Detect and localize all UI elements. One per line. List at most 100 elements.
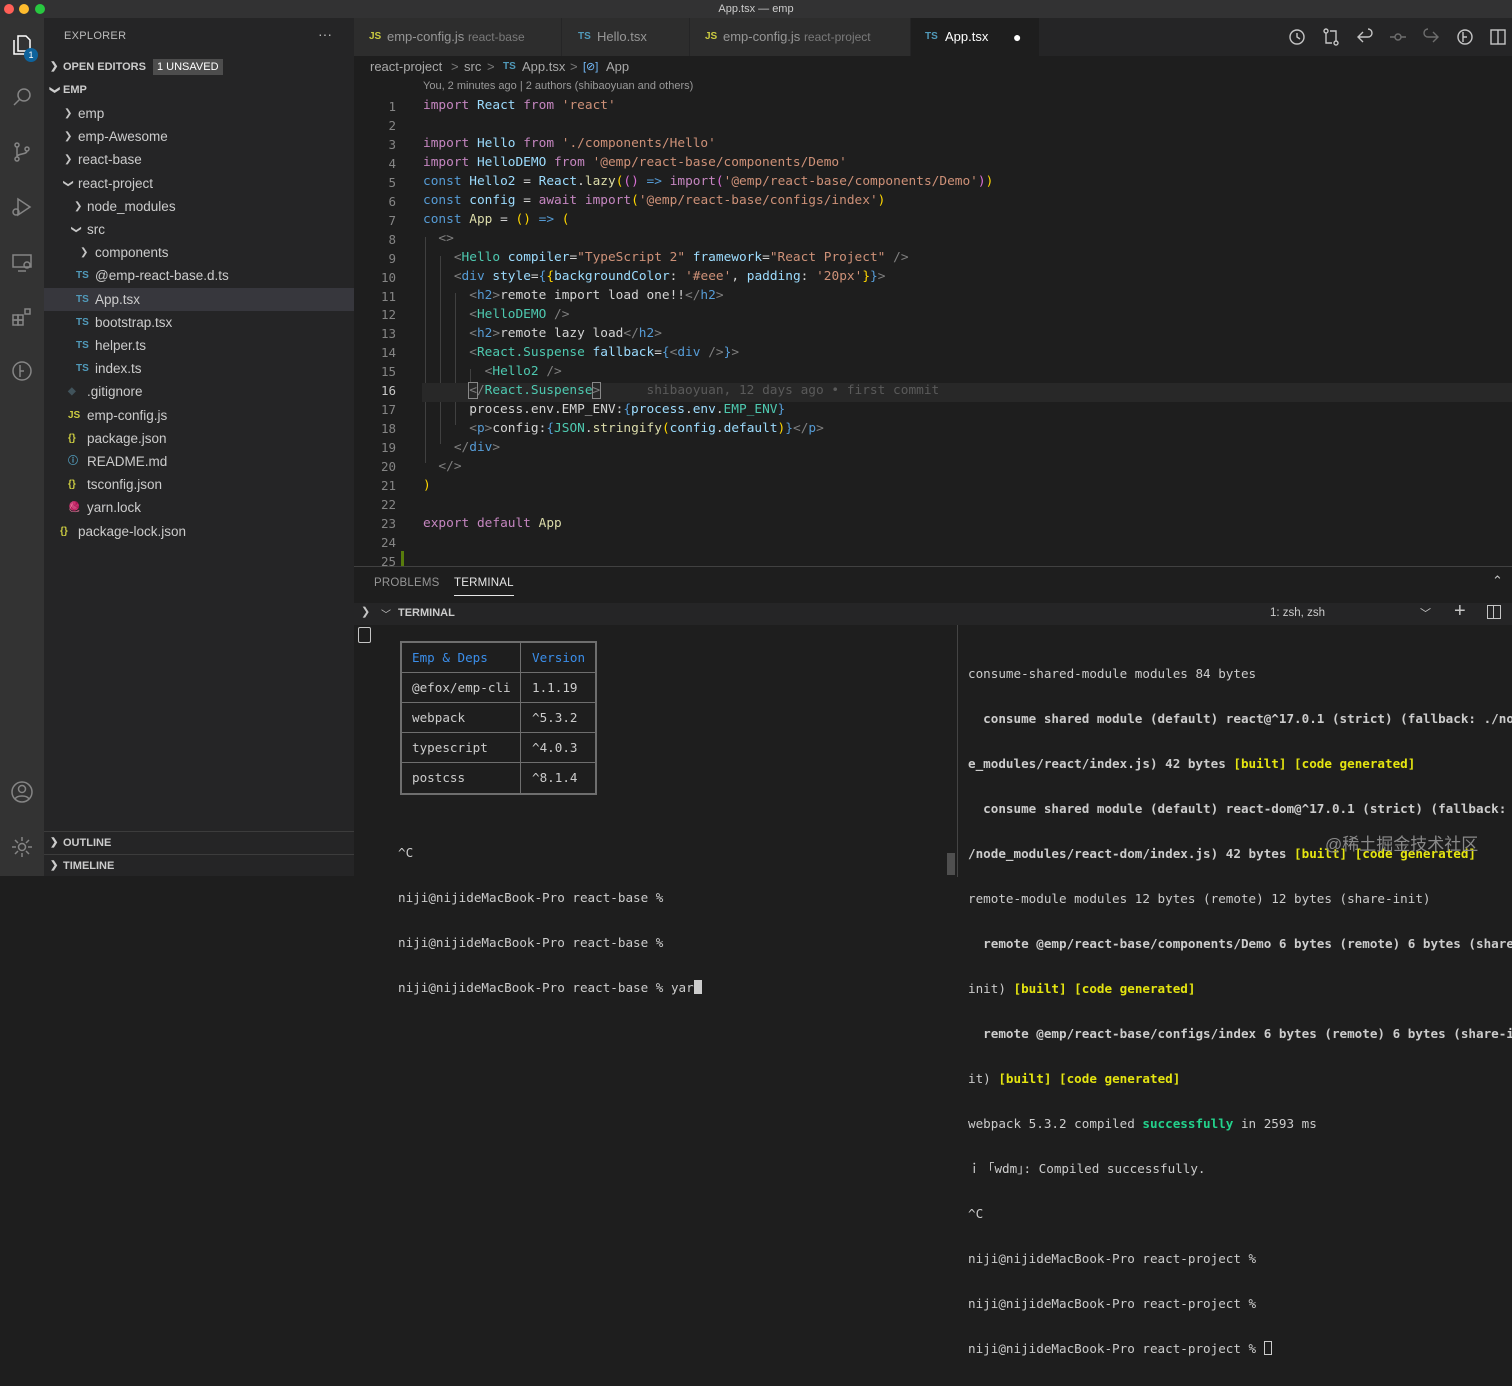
tree-item[interactable]: ❯ node_modules bbox=[44, 195, 354, 218]
json-file-icon: {} bbox=[60, 525, 68, 537]
emp-folder-section[interactable]: ❯ EMP bbox=[44, 79, 354, 101]
source-control-icon bbox=[14, 142, 30, 162]
run-debug-activity[interactable] bbox=[5, 190, 39, 224]
gitlens-inspect-icon[interactable] bbox=[1455, 27, 1475, 47]
tree-item[interactable]: TS @emp-react-base.d.ts bbox=[44, 264, 354, 287]
tab-description: react-base bbox=[467, 30, 525, 44]
minimize-window-button[interactable] bbox=[19, 4, 29, 14]
source-control-activity[interactable] bbox=[5, 135, 39, 169]
line-number: 19 bbox=[380, 440, 396, 456]
tab-problems[interactable]: PROBLEMS bbox=[374, 577, 440, 589]
codelens-blame[interactable]: You, 2 minutes ago | 2 authors (shibaoyu… bbox=[423, 80, 693, 92]
tab-emp-config-react-base[interactable]: JS emp-config.js react-base bbox=[354, 18, 561, 56]
account-icon bbox=[11, 781, 33, 803]
close-window-button[interactable] bbox=[4, 4, 14, 14]
tree-item[interactable]: 🧶 yarn.lock bbox=[44, 496, 354, 519]
tree-item[interactable]: TS index.ts bbox=[44, 357, 354, 380]
accounts-activity[interactable] bbox=[5, 775, 39, 809]
info-file-icon: ⓘ bbox=[68, 456, 78, 467]
search-activity[interactable] bbox=[5, 80, 39, 114]
tree-item[interactable]: {} tsconfig.json bbox=[44, 473, 354, 496]
split-terminal-icon[interactable] bbox=[1487, 605, 1501, 619]
terminal-left-lines[interactable]: ^C niji@nijideMacBook-Pro react-base % n… bbox=[398, 815, 702, 1025]
code-line-18: <p>config:{JSON.stringify(config.default… bbox=[469, 421, 824, 436]
tree-item[interactable]: ⓘ README.md bbox=[44, 450, 354, 473]
next-change-icon[interactable] bbox=[1421, 27, 1441, 47]
title-bar: App.tsx — emp bbox=[0, 0, 1512, 18]
line-number: 9 bbox=[388, 250, 396, 266]
code-line-13: <h2>remote lazy load</h2> bbox=[469, 326, 662, 341]
tree-item[interactable]: TS App.tsx bbox=[44, 287, 354, 311]
code-line-16: </React.Suspense> shibaoyuan, 12 days ag… bbox=[468, 382, 940, 399]
tree-item-label: emp bbox=[78, 106, 105, 121]
tree-item[interactable]: JS emp-config.js bbox=[44, 404, 354, 427]
tree-item[interactable]: ❯ react-base bbox=[44, 148, 354, 171]
run-debug-icon bbox=[12, 197, 32, 217]
commit-icon[interactable] bbox=[1388, 27, 1408, 47]
zoom-window-button[interactable] bbox=[35, 4, 45, 14]
gitlens-icon bbox=[12, 361, 32, 381]
chevron-right-icon: ❯ bbox=[80, 247, 89, 259]
editor-tabs: JS emp-config.js react-base TS Hello.tsx… bbox=[354, 18, 1512, 56]
line-number: 7 bbox=[388, 212, 396, 228]
gitlens-activity[interactable] bbox=[5, 354, 39, 388]
extensions-activity[interactable] bbox=[5, 300, 39, 334]
tree-item[interactable]: ◆ .gitignore bbox=[44, 380, 354, 403]
tree-item[interactable]: ❯ react-project bbox=[44, 172, 354, 195]
chevron-down-icon[interactable]: ﹀ bbox=[1420, 605, 1431, 621]
code-editor[interactable]: 1 2 3 4 5 6 7 8 9 10 11 12 13 14 15 16 17 18 19 20 21 22 23 24 2… bbox=[354, 96, 1512, 566]
breadcrumb-app-symbol[interactable]: App bbox=[606, 56, 629, 78]
terminal-selector[interactable]: 1: zsh, zsh bbox=[1270, 607, 1325, 619]
search-icon bbox=[13, 88, 31, 106]
open-editors-section[interactable]: ❯ OPEN EDITORS 1 UNSAVED bbox=[44, 56, 354, 78]
tree-item[interactable]: {} package-lock.json bbox=[44, 520, 354, 543]
chevron-down-icon[interactable]: ﹀ bbox=[381, 606, 391, 621]
chevron-right-icon: ❯ bbox=[50, 61, 59, 72]
tab-emp-config-react-project[interactable]: JS emp-config.js react-project bbox=[690, 18, 910, 56]
tab-hello[interactable]: TS Hello.tsx bbox=[562, 18, 689, 56]
code-line-8: <> bbox=[438, 231, 454, 246]
timeline-section[interactable]: ❯ TIMELINE bbox=[44, 854, 354, 876]
tree-item[interactable]: TS helper.ts bbox=[44, 334, 354, 357]
remote-explorer-activity[interactable] bbox=[5, 245, 39, 279]
history-icon[interactable] bbox=[1287, 27, 1307, 47]
window-title: App.tsx — emp bbox=[718, 3, 794, 15]
compare-changes-icon[interactable] bbox=[1321, 27, 1341, 47]
js-file-icon: JS bbox=[369, 31, 382, 42]
terminal-list-icon[interactable] bbox=[358, 627, 371, 643]
code-line-6: const config = await import('@emp/react-… bbox=[423, 193, 886, 208]
breadcrumb-react-project[interactable]: react-project bbox=[370, 56, 442, 78]
terminal-split-divider[interactable] bbox=[957, 625, 958, 877]
tree-item-label: index.ts bbox=[95, 361, 142, 377]
line-number: 8 bbox=[388, 231, 396, 247]
unsaved-badge: 1 UNSAVED bbox=[153, 59, 223, 75]
tab-app-tsx[interactable]: TS App.tsx ● bbox=[911, 18, 1039, 56]
tree-item[interactable]: TS bootstrap.tsx bbox=[44, 311, 354, 334]
split-editor-icon[interactable] bbox=[1488, 27, 1508, 47]
table-row: typescript ^4.0.3 bbox=[402, 733, 595, 763]
previous-change-icon[interactable] bbox=[1355, 27, 1375, 47]
outline-section[interactable]: ❯ OUTLINE bbox=[44, 831, 354, 853]
tree-item[interactable]: {} package.json bbox=[44, 427, 354, 450]
tree-item[interactable]: ❯ emp-Awesome bbox=[44, 125, 354, 148]
tab-terminal[interactable]: TERMINAL bbox=[454, 577, 514, 596]
tab-label: emp-config.js bbox=[387, 29, 465, 44]
breadcrumb-app-tsx[interactable]: App.tsx bbox=[522, 56, 565, 78]
git-added-gutter-marker bbox=[401, 551, 404, 566]
tree-item[interactable]: ❯ emp bbox=[44, 102, 354, 125]
maximize-panel-icon[interactable]: ⌃ bbox=[1492, 573, 1503, 589]
terminal-right-lines[interactable]: consume-shared-module modules 84 bytes c… bbox=[968, 636, 1512, 1386]
tree-item[interactable]: ❯ src bbox=[44, 218, 354, 241]
line-number: 14 bbox=[380, 345, 396, 361]
new-terminal-icon[interactable]: + bbox=[1454, 600, 1466, 623]
more-actions-icon[interactable]: ··· bbox=[318, 26, 332, 42]
explorer-activity[interactable]: 1 bbox=[5, 28, 39, 62]
code-line-14: <React.Suspense fallback={<div />}> bbox=[469, 345, 740, 360]
breadcrumb-src[interactable]: src bbox=[464, 56, 481, 78]
unsaved-dot-icon[interactable]: ● bbox=[1013, 18, 1021, 56]
terminal-scrollbar[interactable] bbox=[947, 853, 955, 875]
manage-activity[interactable] bbox=[5, 830, 39, 864]
tree-item[interactable]: ❯ components bbox=[44, 241, 354, 264]
chevron-right-icon[interactable]: ❯ bbox=[361, 605, 370, 618]
tree-item-label: yarn.lock bbox=[87, 500, 142, 516]
